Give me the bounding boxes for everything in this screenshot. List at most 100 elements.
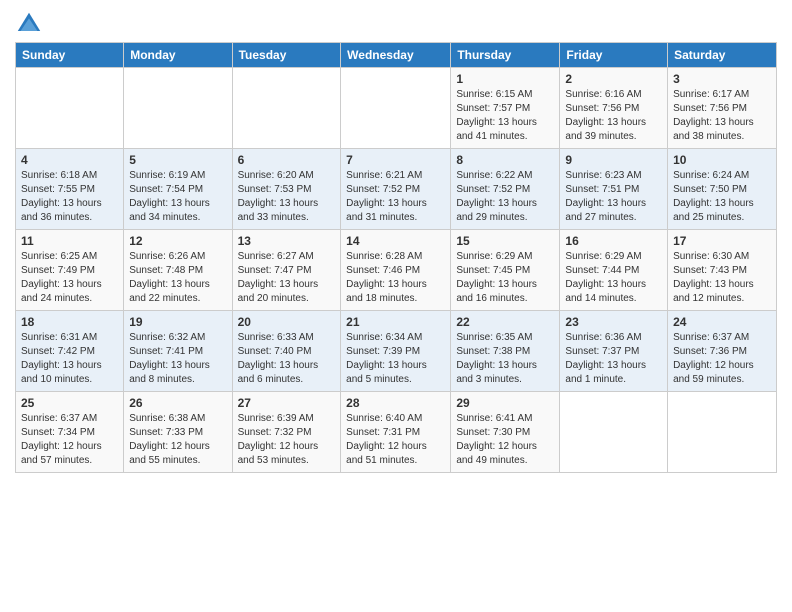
cell-content: Sunrise: 6:41 AM Sunset: 7:30 PM Dayligh… bbox=[456, 412, 554, 468]
header-sunday: Sunday bbox=[16, 43, 124, 68]
cell-content: Sunrise: 6:25 AM Sunset: 7:49 PM Dayligh… bbox=[21, 250, 118, 306]
header-tuesday: Tuesday bbox=[232, 43, 341, 68]
calendar-table: SundayMondayTuesdayWednesdayThursdayFrid… bbox=[15, 42, 777, 473]
day-number: 5 bbox=[129, 153, 226, 167]
calendar-cell: 24 Sunrise: 6:37 AM Sunset: 7:36 PM Dayli… bbox=[668, 311, 777, 392]
day-number: 23 bbox=[565, 315, 662, 329]
day-number: 7 bbox=[346, 153, 445, 167]
cell-content: Sunrise: 6:29 AM Sunset: 7:44 PM Dayligh… bbox=[565, 250, 662, 306]
cell-content: Sunrise: 6:36 AM Sunset: 7:37 PM Dayligh… bbox=[565, 331, 662, 387]
day-number: 2 bbox=[565, 72, 662, 86]
cell-content: Sunrise: 6:37 AM Sunset: 7:36 PM Dayligh… bbox=[673, 331, 771, 387]
calendar-cell: 7 Sunrise: 6:21 AM Sunset: 7:52 PM Daylig… bbox=[341, 149, 451, 230]
calendar-cell: 20 Sunrise: 6:33 AM Sunset: 7:40 PM Dayli… bbox=[232, 311, 341, 392]
calendar-week-2: 4 Sunrise: 6:18 AM Sunset: 7:55 PM Daylig… bbox=[16, 149, 777, 230]
logo bbox=[15, 10, 47, 38]
cell-content: Sunrise: 6:38 AM Sunset: 7:33 PM Dayligh… bbox=[129, 412, 226, 468]
cell-content: Sunrise: 6:29 AM Sunset: 7:45 PM Dayligh… bbox=[456, 250, 554, 306]
calendar-cell: 27 Sunrise: 6:39 AM Sunset: 7:32 PM Dayli… bbox=[232, 392, 341, 473]
header-saturday: Saturday bbox=[668, 43, 777, 68]
day-number: 18 bbox=[21, 315, 118, 329]
cell-content: Sunrise: 6:31 AM Sunset: 7:42 PM Dayligh… bbox=[21, 331, 118, 387]
day-number: 25 bbox=[21, 396, 118, 410]
day-number: 11 bbox=[21, 234, 118, 248]
cell-content: Sunrise: 6:26 AM Sunset: 7:48 PM Dayligh… bbox=[129, 250, 226, 306]
cell-content: Sunrise: 6:21 AM Sunset: 7:52 PM Dayligh… bbox=[346, 169, 445, 225]
day-number: 22 bbox=[456, 315, 554, 329]
calendar-cell bbox=[124, 68, 232, 149]
calendar-cell: 28 Sunrise: 6:40 AM Sunset: 7:31 PM Dayli… bbox=[341, 392, 451, 473]
cell-content: Sunrise: 6:35 AM Sunset: 7:38 PM Dayligh… bbox=[456, 331, 554, 387]
day-number: 27 bbox=[238, 396, 336, 410]
cell-content: Sunrise: 6:18 AM Sunset: 7:55 PM Dayligh… bbox=[21, 169, 118, 225]
day-number: 17 bbox=[673, 234, 771, 248]
calendar-week-4: 18 Sunrise: 6:31 AM Sunset: 7:42 PM Dayli… bbox=[16, 311, 777, 392]
calendar-cell: 17 Sunrise: 6:30 AM Sunset: 7:43 PM Dayli… bbox=[668, 230, 777, 311]
cell-content: Sunrise: 6:37 AM Sunset: 7:34 PM Dayligh… bbox=[21, 412, 118, 468]
header-thursday: Thursday bbox=[451, 43, 560, 68]
cell-content: Sunrise: 6:15 AM Sunset: 7:57 PM Dayligh… bbox=[456, 88, 554, 144]
day-number: 6 bbox=[238, 153, 336, 167]
calendar-cell bbox=[341, 68, 451, 149]
calendar-cell: 19 Sunrise: 6:32 AM Sunset: 7:41 PM Dayli… bbox=[124, 311, 232, 392]
day-number: 16 bbox=[565, 234, 662, 248]
cell-content: Sunrise: 6:19 AM Sunset: 7:54 PM Dayligh… bbox=[129, 169, 226, 225]
day-number: 3 bbox=[673, 72, 771, 86]
calendar-cell: 5 Sunrise: 6:19 AM Sunset: 7:54 PM Daylig… bbox=[124, 149, 232, 230]
day-number: 21 bbox=[346, 315, 445, 329]
header-friday: Friday bbox=[560, 43, 668, 68]
calendar-cell bbox=[16, 68, 124, 149]
day-number: 24 bbox=[673, 315, 771, 329]
header bbox=[15, 10, 777, 38]
day-number: 10 bbox=[673, 153, 771, 167]
cell-content: Sunrise: 6:32 AM Sunset: 7:41 PM Dayligh… bbox=[129, 331, 226, 387]
logo-icon bbox=[15, 10, 43, 38]
calendar-header-row: SundayMondayTuesdayWednesdayThursdayFrid… bbox=[16, 43, 777, 68]
calendar-cell bbox=[668, 392, 777, 473]
header-wednesday: Wednesday bbox=[341, 43, 451, 68]
calendar-cell: 18 Sunrise: 6:31 AM Sunset: 7:42 PM Dayli… bbox=[16, 311, 124, 392]
cell-content: Sunrise: 6:40 AM Sunset: 7:31 PM Dayligh… bbox=[346, 412, 445, 468]
calendar-cell: 13 Sunrise: 6:27 AM Sunset: 7:47 PM Dayli… bbox=[232, 230, 341, 311]
cell-content: Sunrise: 6:39 AM Sunset: 7:32 PM Dayligh… bbox=[238, 412, 336, 468]
calendar-cell: 16 Sunrise: 6:29 AM Sunset: 7:44 PM Dayli… bbox=[560, 230, 668, 311]
day-number: 19 bbox=[129, 315, 226, 329]
cell-content: Sunrise: 6:22 AM Sunset: 7:52 PM Dayligh… bbox=[456, 169, 554, 225]
day-number: 20 bbox=[238, 315, 336, 329]
day-number: 13 bbox=[238, 234, 336, 248]
cell-content: Sunrise: 6:34 AM Sunset: 7:39 PM Dayligh… bbox=[346, 331, 445, 387]
day-number: 14 bbox=[346, 234, 445, 248]
day-number: 15 bbox=[456, 234, 554, 248]
day-number: 8 bbox=[456, 153, 554, 167]
day-number: 9 bbox=[565, 153, 662, 167]
day-number: 28 bbox=[346, 396, 445, 410]
calendar-cell: 21 Sunrise: 6:34 AM Sunset: 7:39 PM Dayli… bbox=[341, 311, 451, 392]
calendar-week-1: 1Sunrise: 6:15 AM Sunset: 7:57 PM Daylig… bbox=[16, 68, 777, 149]
calendar-cell: 10Sunrise: 6:24 AM Sunset: 7:50 PM Dayli… bbox=[668, 149, 777, 230]
calendar-cell: 4 Sunrise: 6:18 AM Sunset: 7:55 PM Daylig… bbox=[16, 149, 124, 230]
calendar-cell: 11 Sunrise: 6:25 AM Sunset: 7:49 PM Dayli… bbox=[16, 230, 124, 311]
calendar-cell: 26Sunrise: 6:38 AM Sunset: 7:33 PM Dayli… bbox=[124, 392, 232, 473]
calendar-cell: 6 Sunrise: 6:20 AM Sunset: 7:53 PM Daylig… bbox=[232, 149, 341, 230]
cell-content: Sunrise: 6:16 AM Sunset: 7:56 PM Dayligh… bbox=[565, 88, 662, 144]
day-number: 12 bbox=[129, 234, 226, 248]
cell-content: Sunrise: 6:20 AM Sunset: 7:53 PM Dayligh… bbox=[238, 169, 336, 225]
day-number: 4 bbox=[21, 153, 118, 167]
calendar-cell: 1Sunrise: 6:15 AM Sunset: 7:57 PM Daylig… bbox=[451, 68, 560, 149]
calendar-cell: 29 Sunrise: 6:41 AM Sunset: 7:30 PM Dayli… bbox=[451, 392, 560, 473]
day-number: 29 bbox=[456, 396, 554, 410]
calendar-cell: 3 Sunrise: 6:17 AM Sunset: 7:56 PM Daylig… bbox=[668, 68, 777, 149]
calendar-cell bbox=[560, 392, 668, 473]
calendar-week-5: 25 Sunrise: 6:37 AM Sunset: 7:34 PM Dayli… bbox=[16, 392, 777, 473]
calendar-cell bbox=[232, 68, 341, 149]
calendar-week-3: 11 Sunrise: 6:25 AM Sunset: 7:49 PM Dayli… bbox=[16, 230, 777, 311]
cell-content: Sunrise: 6:33 AM Sunset: 7:40 PM Dayligh… bbox=[238, 331, 336, 387]
cell-content: Sunrise: 6:17 AM Sunset: 7:56 PM Dayligh… bbox=[673, 88, 771, 144]
calendar-cell: 9Sunrise: 6:23 AM Sunset: 7:51 PM Daylig… bbox=[560, 149, 668, 230]
cell-content: Sunrise: 6:28 AM Sunset: 7:46 PM Dayligh… bbox=[346, 250, 445, 306]
cell-content: Sunrise: 6:30 AM Sunset: 7:43 PM Dayligh… bbox=[673, 250, 771, 306]
calendar-cell: 15 Sunrise: 6:29 AM Sunset: 7:45 PM Dayli… bbox=[451, 230, 560, 311]
calendar-cell: 12 Sunrise: 6:26 AM Sunset: 7:48 PM Dayli… bbox=[124, 230, 232, 311]
cell-content: Sunrise: 6:27 AM Sunset: 7:47 PM Dayligh… bbox=[238, 250, 336, 306]
calendar-cell: 14 Sunrise: 6:28 AM Sunset: 7:46 PM Dayli… bbox=[341, 230, 451, 311]
